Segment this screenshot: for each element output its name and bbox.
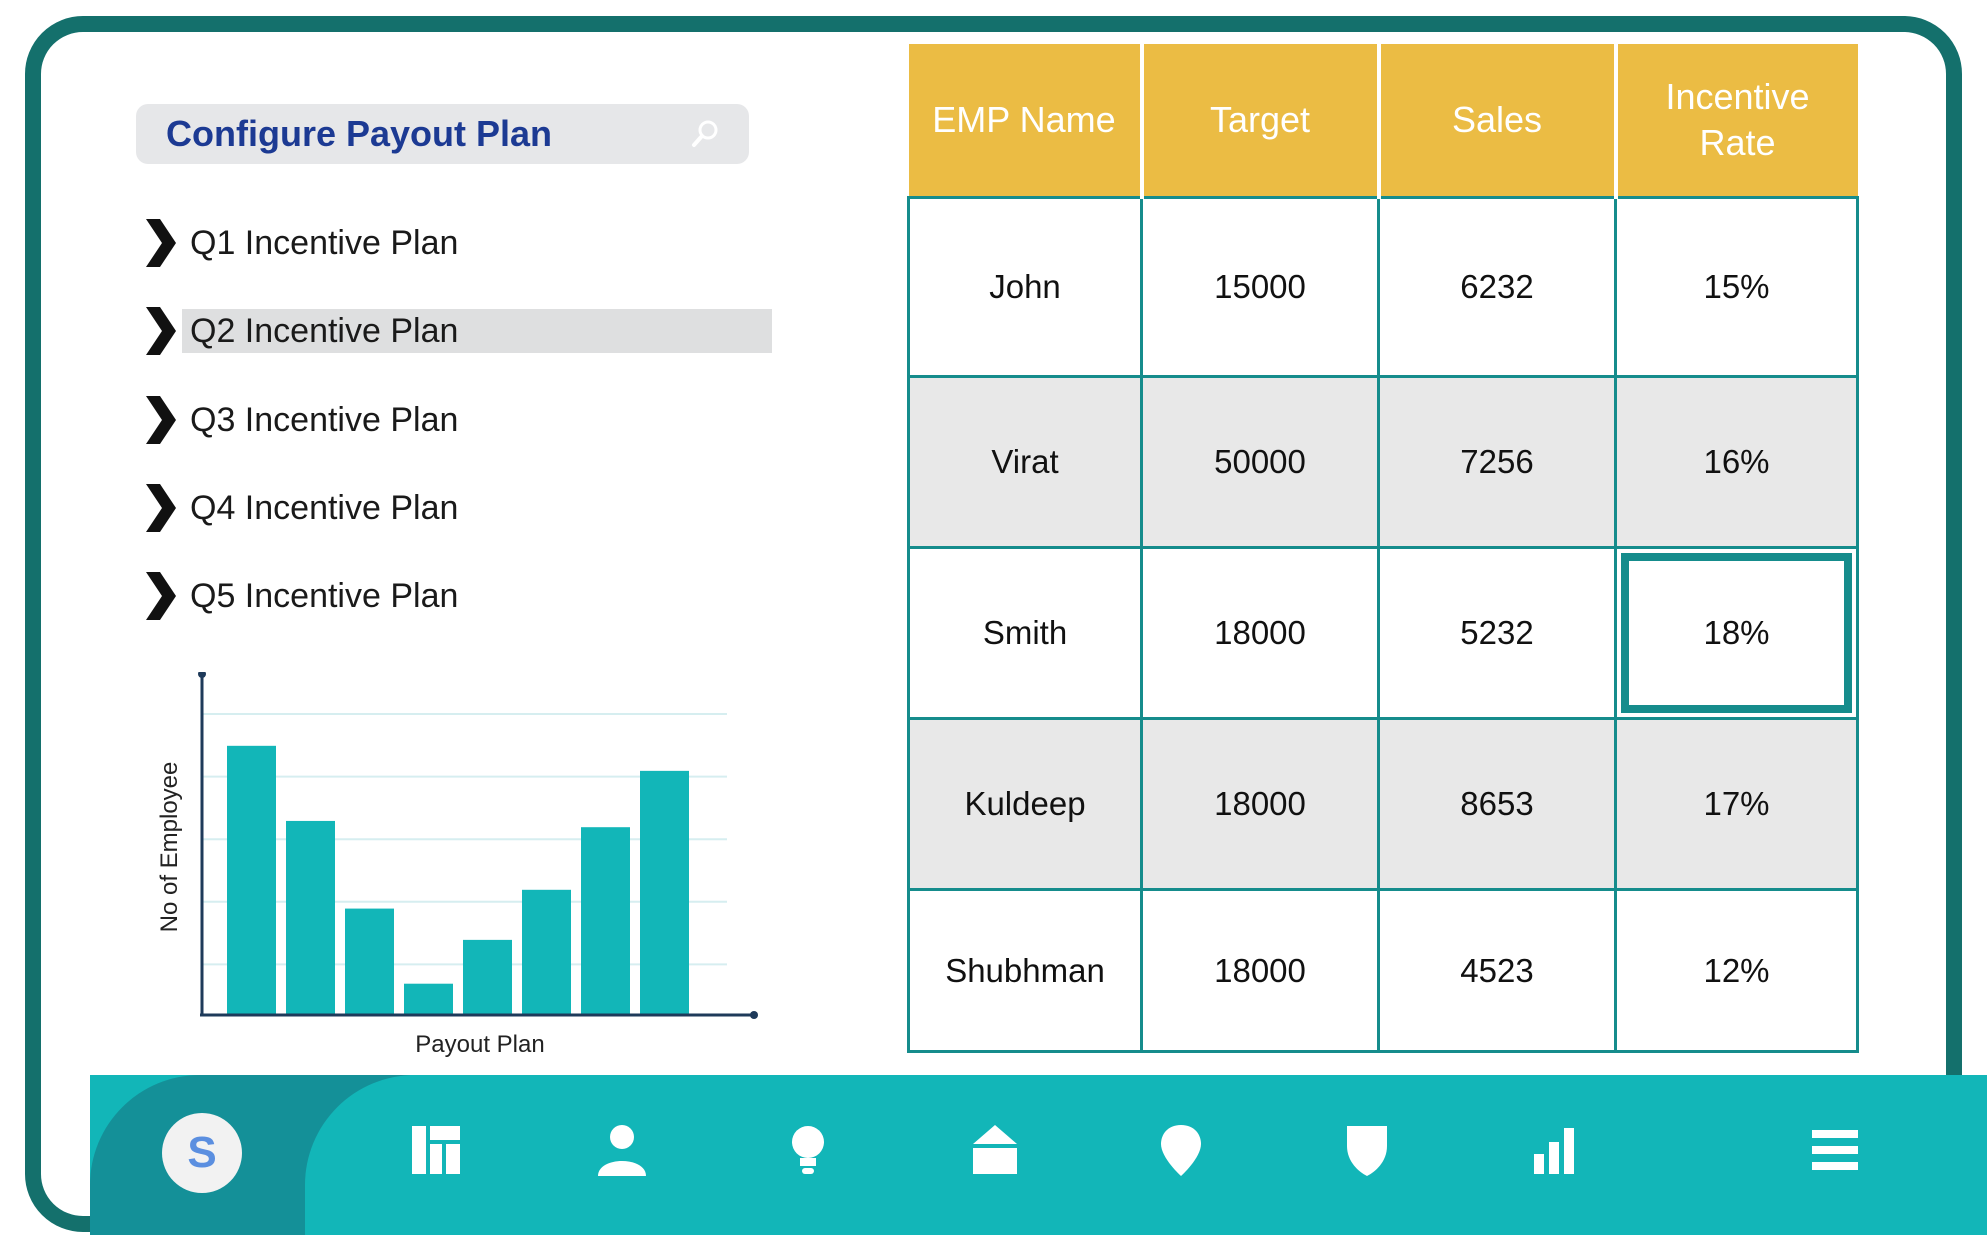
menu-item-label: Q2 Incentive Plan <box>182 309 772 353</box>
incentive-table: EMP Name Target Sales Incentive Rate Joh… <box>907 44 1859 1053</box>
bar-8 <box>640 770 689 1015</box>
menu-item-label: Q5 Incentive Plan <box>190 577 459 615</box>
menu-item-q1[interactable]: Q1 Incentive Plan <box>136 219 458 267</box>
home-icon[interactable] <box>967 1122 1023 1178</box>
bar-3 <box>345 908 394 1015</box>
menu-item-q2[interactable]: Q2 Incentive Plan <box>136 307 772 355</box>
menu-item-q5[interactable]: Q5 Incentive Plan <box>136 572 458 620</box>
cell-target[interactable]: 15000 <box>1140 196 1380 378</box>
table-row: John 15000 6232 15% <box>907 196 1859 378</box>
col-header-sales[interactable]: Sales <box>1378 44 1618 198</box>
y-axis-cap <box>198 672 206 678</box>
bar-4 <box>404 983 453 1015</box>
bar-1 <box>227 745 276 1015</box>
table-row: Kuldeep 18000 8653 17% <box>907 717 1859 891</box>
y-axis-label: No of Employee <box>156 762 183 933</box>
payout-bar-chart: Payout Plan No of Employee <box>156 672 758 1058</box>
cell-incentive-rate-selected[interactable]: 18% <box>1614 546 1859 720</box>
bar-6 <box>522 889 571 1015</box>
cell-sales[interactable]: 8653 <box>1377 717 1617 891</box>
cell-incentive-rate[interactable]: 16% <box>1614 375 1859 549</box>
col-header-emp-name[interactable]: EMP Name <box>908 44 1144 198</box>
table-row: Virat 50000 7256 16% <box>907 375 1859 549</box>
table-header-row: EMP Name Target Sales Incentive Rate <box>908 44 1858 198</box>
chevron-right-icon <box>136 219 182 267</box>
cell-value: 18% <box>1703 614 1770 651</box>
menu-item-label: Q4 Incentive Plan <box>190 489 459 527</box>
cell-emp-name[interactable]: Virat <box>907 375 1143 549</box>
search-bar[interactable]: Configure Payout Plan <box>136 104 749 164</box>
bar-2 <box>286 820 335 1015</box>
lightbulb-icon[interactable] <box>780 1122 836 1178</box>
menu-item-q3[interactable]: Q3 Incentive Plan <box>136 396 458 444</box>
cell-emp-name[interactable]: Kuldeep <box>907 717 1143 891</box>
chart-bars <box>227 745 689 1015</box>
menu-item-label: Q3 Incentive Plan <box>190 401 459 439</box>
chevron-right-icon <box>136 396 182 444</box>
col-header-incentive-rate[interactable]: Incentive Rate <box>1615 44 1858 198</box>
table-row: Shubhman 18000 4523 12% <box>907 888 1859 1053</box>
cell-sales[interactable]: 6232 <box>1377 196 1617 378</box>
dashboard-icon[interactable] <box>408 1122 464 1178</box>
cell-emp-name[interactable]: Shubhman <box>907 888 1143 1053</box>
col-header-target[interactable]: Target <box>1141 44 1381 198</box>
cell-incentive-rate[interactable]: 17% <box>1614 717 1859 891</box>
cell-target[interactable]: 50000 <box>1140 375 1380 549</box>
user-icon[interactable] <box>594 1122 650 1178</box>
x-axis-cap <box>750 1011 758 1019</box>
cell-incentive-rate[interactable]: 12% <box>1614 888 1859 1053</box>
menu-item-q4[interactable]: Q4 Incentive Plan <box>136 484 458 532</box>
col-header-incentive-rate-label: Incentive Rate <box>1665 76 1810 163</box>
cell-target[interactable]: 18000 <box>1140 888 1380 1053</box>
chevron-right-icon <box>136 484 182 532</box>
bar-7 <box>581 827 630 1015</box>
bar-chart-icon[interactable] <box>1526 1122 1582 1178</box>
menu-item-label: Q1 Incentive Plan <box>190 224 459 262</box>
location-pin-icon[interactable] <box>1153 1122 1209 1178</box>
avatar[interactable]: S <box>162 1113 242 1193</box>
cell-sales[interactable]: 4523 <box>1377 888 1617 1053</box>
table-row: Smith 18000 5232 18% <box>907 546 1859 720</box>
page-title: Configure Payout Plan <box>166 113 553 154</box>
shield-icon[interactable] <box>1339 1122 1395 1178</box>
cell-target[interactable]: 18000 <box>1140 717 1380 891</box>
search-icon[interactable] <box>689 118 721 150</box>
cell-incentive-rate[interactable]: 15% <box>1614 196 1859 378</box>
cell-emp-name[interactable]: Smith <box>907 546 1143 720</box>
chevron-right-icon <box>136 307 182 355</box>
cell-sales[interactable]: 7256 <box>1377 375 1617 549</box>
cell-emp-name[interactable]: John <box>907 196 1143 378</box>
bar-5 <box>463 939 512 1015</box>
chevron-right-icon <box>136 572 182 620</box>
cell-target[interactable]: 18000 <box>1140 546 1380 720</box>
hamburger-menu-icon[interactable] <box>1808 1122 1864 1178</box>
cell-sales[interactable]: 5232 <box>1377 546 1617 720</box>
x-axis-label: Payout Plan <box>415 1031 544 1058</box>
